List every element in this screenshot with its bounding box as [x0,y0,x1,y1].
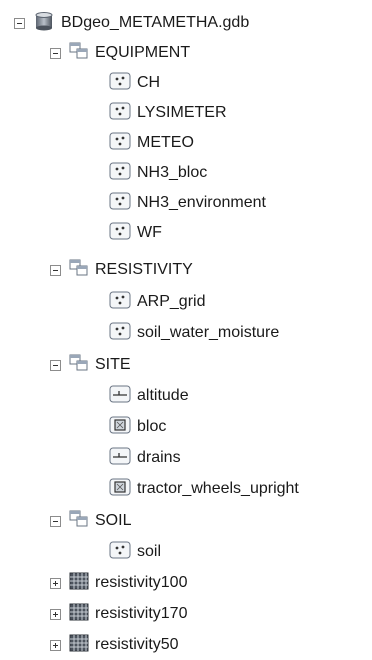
tree-node-feature-class[interactable]: CH [109,68,160,98]
point-feature-class-icon [109,102,131,125]
feature-class-label: bloc [137,418,167,435]
collapse-icon[interactable] [50,359,61,371]
tree-node-feature-class[interactable]: drains [109,443,181,473]
feature-class-label: soil [137,543,162,560]
feature-class-label: drains [137,449,181,466]
feature-class-label: ARP_grid [137,293,206,310]
tree-node-feature-class[interactable]: NH3_bloc [109,158,207,188]
raster-label: resistivity50 [95,636,179,653]
tree-node-feature-class[interactable]: ARP_grid [109,287,205,317]
line-feature-class-icon [109,385,131,408]
raster-dataset-icon [69,634,89,657]
geodatabase-icon [33,11,55,36]
expand-icon[interactable] [50,577,61,589]
tree-node-dataset-resistivity[interactable]: RESISTIVITY [50,255,193,285]
tree-node-feature-class[interactable]: tractor_wheels_upright [109,474,299,504]
expand-icon[interactable] [50,639,61,651]
point-feature-class-icon [109,291,131,314]
collapse-icon[interactable] [50,47,61,59]
raster-label: resistivity100 [95,574,188,591]
point-feature-class-icon [109,192,131,215]
dataset-label: SOIL [95,512,132,529]
tree-node-feature-class[interactable]: LYSIMETER [109,98,227,128]
collapse-icon[interactable] [14,17,25,29]
geodatabase-label: BDgeo_METAMETHA.gdb [61,14,250,31]
tree-node-raster[interactable]: resistivity50 [50,630,179,660]
feature-dataset-icon [69,510,89,533]
tree-node-geodatabase[interactable]: BDgeo_METAMETHA.gdb [14,8,249,38]
feature-class-label: tractor_wheels_upright [137,480,299,497]
feature-class-label: soil_water_moisture [137,324,280,341]
feature-class-label: CH [137,74,161,91]
dataset-label: RESISTIVITY [95,261,193,278]
raster-label: resistivity170 [95,605,188,622]
feature-dataset-icon [69,42,89,65]
feature-class-label: altitude [137,387,189,404]
feature-class-label: WF [137,224,162,241]
tree-node-raster[interactable]: resistivity100 [50,568,187,598]
collapse-icon[interactable] [50,264,61,276]
tree-node-feature-class[interactable]: bloc [109,412,166,442]
tree-node-dataset-site[interactable]: SITE [50,350,131,380]
point-feature-class-icon [109,222,131,245]
tree-node-feature-class[interactable]: WF [109,218,162,248]
tree-node-feature-class[interactable]: soil [109,537,161,567]
dataset-label: EQUIPMENT [95,44,191,61]
point-feature-class-icon [109,162,131,185]
polygon-feature-class-icon [109,478,131,501]
tree-node-feature-class[interactable]: soil_water_moisture [109,318,279,348]
polygon-feature-class-icon [109,416,131,439]
point-feature-class-icon [109,72,131,95]
point-feature-class-icon [109,541,131,564]
catalog-tree: BDgeo_METAMETHA.gdb EQUIPMENT CH LYSIMET… [0,0,372,658]
feature-class-label: NH3_environment [137,194,266,211]
feature-class-label: LYSIMETER [137,104,227,121]
tree-node-raster[interactable]: resistivity170 [50,599,187,629]
feature-class-label: METEO [137,134,194,151]
line-feature-class-icon [109,447,131,470]
feature-class-label: NH3_bloc [137,164,208,181]
raster-dataset-icon [69,572,89,595]
tree-node-dataset-soil[interactable]: SOIL [50,506,131,536]
tree-node-feature-class[interactable]: METEO [109,128,194,158]
feature-dataset-icon [69,354,89,377]
feature-dataset-icon [69,259,89,282]
tree-node-feature-class[interactable]: NH3_environment [109,188,266,218]
collapse-icon[interactable] [50,515,61,527]
tree-node-dataset-equipment[interactable]: EQUIPMENT [50,38,190,68]
expand-icon[interactable] [50,608,61,620]
point-feature-class-icon [109,322,131,345]
raster-dataset-icon [69,603,89,626]
point-feature-class-icon [109,132,131,155]
tree-node-feature-class[interactable]: altitude [109,381,189,411]
dataset-label: SITE [95,356,131,373]
